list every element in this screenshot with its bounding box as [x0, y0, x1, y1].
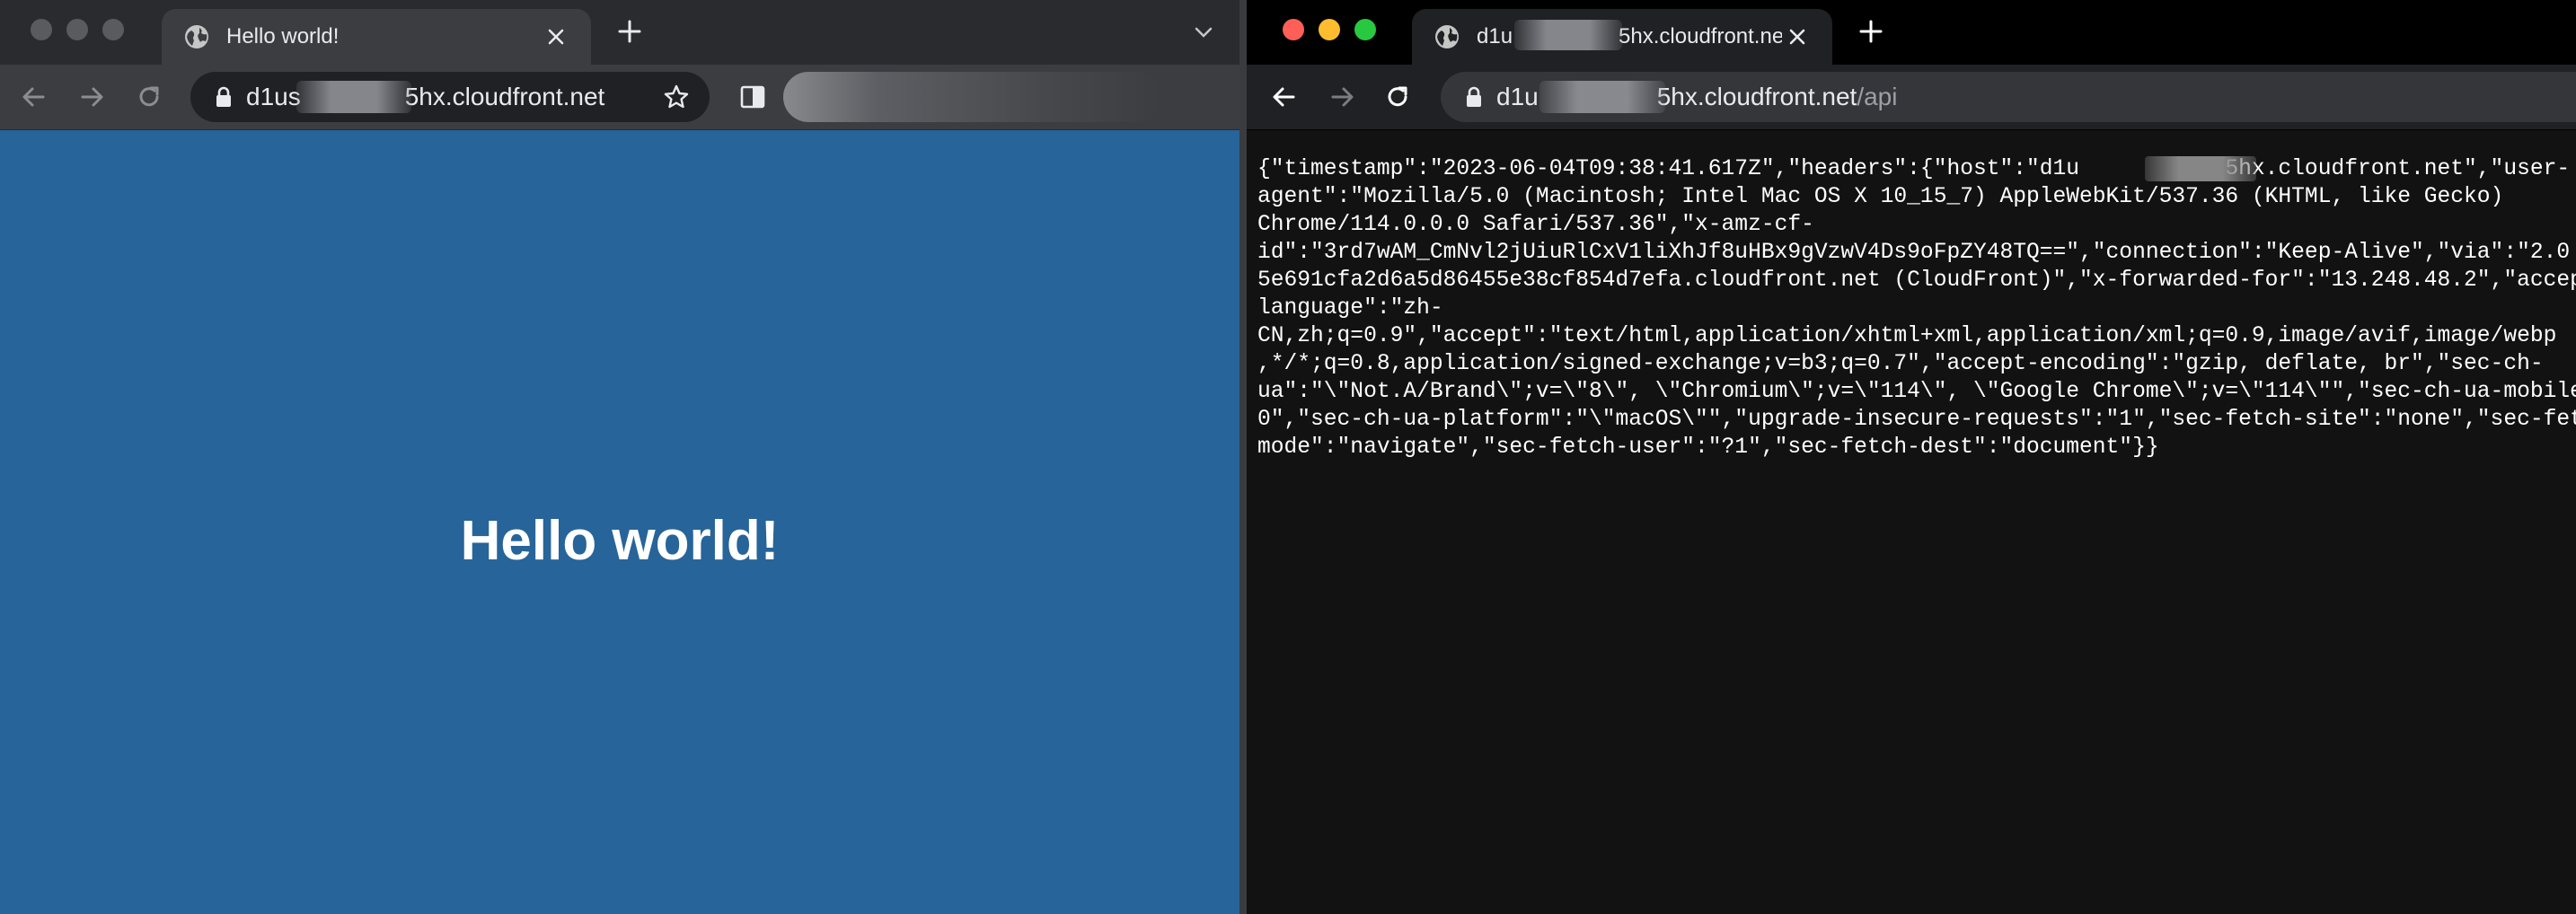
address-bar[interactable]: d1us 5hx.cloudfront.net — [190, 72, 710, 122]
json-response-text: {"timestamp":"2023-06-04T09:38:41.617Z",… — [1257, 157, 2576, 460]
address-bar[interactable]: d1u 5hx.cloudfront.net/api — [1441, 72, 2576, 122]
url-suffix: 5hx.cloudfront.net — [404, 83, 605, 110]
right-browser-window: d1u 5hx.cloudfront.ne d1u 5hx.cloudfront.n… — [1247, 0, 2576, 914]
new-tab-icon[interactable] — [1857, 18, 1884, 45]
bookmark-star-icon[interactable] — [663, 83, 690, 110]
minimize-window-button[interactable] — [1319, 19, 1340, 40]
new-tab-icon[interactable] — [616, 18, 643, 45]
globe-icon — [183, 23, 210, 50]
reload-icon[interactable] — [1381, 81, 1414, 113]
minimize-window-button[interactable] — [66, 19, 88, 40]
window-divider — [1239, 0, 1247, 914]
right-toolbar: d1u 5hx.cloudfront.net/api — [1247, 65, 2576, 130]
lock-icon[interactable] — [1464, 86, 1484, 108]
zoom-window-button[interactable] — [1354, 19, 1376, 40]
redacted-url-blur — [1539, 81, 1665, 113]
zoom-window-button[interactable] — [102, 19, 124, 40]
url-prefix: d1u — [1496, 83, 1539, 110]
reload-icon[interactable] — [133, 81, 165, 113]
right-tab-strip: d1u 5hx.cloudfront.ne — [1247, 0, 2576, 65]
globe-icon — [1434, 23, 1460, 50]
hello-world-page: Hello world! — [0, 130, 1239, 914]
url-path: /api — [1857, 83, 1898, 110]
back-arrow-icon[interactable] — [18, 81, 50, 113]
page-heading: Hello world! — [460, 510, 780, 572]
tab-title: Hello world! — [226, 24, 340, 48]
url-suffix: 5hx.cloudfront.net — [1656, 83, 1857, 110]
chevron-down-icon[interactable] — [1193, 22, 1214, 43]
left-browser-window: Hello world! d1us 5hx.cloudfront.net Hel… — [0, 0, 1239, 914]
tab-title-suffix: 5hx.cloudfront.ne — [1619, 24, 1782, 48]
tab-title-prefix: d1u — [1477, 24, 1513, 48]
left-tab-strip: Hello world! — [0, 0, 1239, 65]
redacted-title-blur — [1514, 20, 1622, 50]
side-panel-icon[interactable] — [738, 83, 767, 111]
close-tab-icon[interactable] — [1786, 25, 1809, 48]
close-window-button[interactable] — [31, 19, 52, 40]
redacted-host-blur — [2145, 156, 2256, 181]
redacted-url-blur — [296, 81, 411, 113]
tab-api[interactable]: d1u 5hx.cloudfront.ne — [1412, 9, 1832, 65]
forward-arrow-icon[interactable] — [75, 81, 108, 113]
url-prefix: d1us — [246, 83, 301, 110]
close-tab-icon[interactable] — [544, 25, 568, 48]
back-arrow-icon[interactable] — [1268, 81, 1301, 113]
close-window-button[interactable] — [1283, 19, 1304, 40]
forward-arrow-icon[interactable] — [1326, 81, 1358, 113]
lock-icon[interactable] — [214, 86, 234, 108]
api-json-page: {"timestamp":"2023-06-04T09:38:41.617Z",… — [1247, 130, 2576, 914]
tab-hello-world[interactable]: Hello world! — [162, 9, 591, 65]
redacted-profile-blur — [783, 72, 1160, 122]
left-toolbar: d1us 5hx.cloudfront.net — [0, 65, 1239, 130]
